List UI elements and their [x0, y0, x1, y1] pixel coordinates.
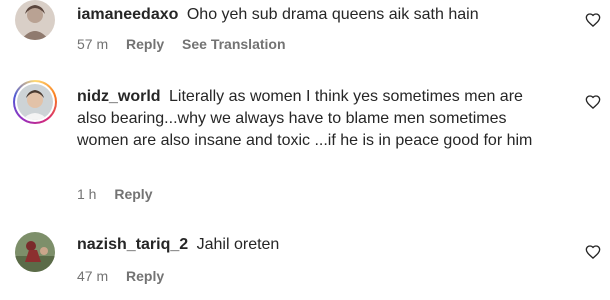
comment-username[interactable]: nazish_tariq_2	[77, 236, 188, 253]
avatar-image	[15, 232, 55, 272]
avatar-story-ring[interactable]	[13, 80, 57, 124]
avatar[interactable]	[15, 232, 55, 272]
comment-username[interactable]: nidz_world	[77, 88, 161, 105]
comment-text: nidz_world Literally as women I think ye…	[77, 86, 555, 152]
avatar-image	[17, 84, 53, 120]
heart-outline-icon[interactable]	[585, 12, 601, 28]
avatar-image	[15, 0, 55, 40]
comment-meta: 1 h Reply	[77, 185, 166, 203]
comment-username[interactable]: iamaneedaxo	[77, 6, 178, 23]
comment-time: 57 m	[77, 36, 109, 52]
reply-button[interactable]: Reply	[114, 186, 152, 202]
comment-body: Jahil oreten	[196, 236, 280, 253]
comment-time: 47 m	[77, 268, 109, 284]
heart-outline-icon[interactable]	[585, 244, 601, 260]
heart-outline-icon[interactable]	[585, 94, 601, 110]
comment-body: Oho yeh sub drama queens aik sath hain	[186, 6, 479, 23]
reply-button[interactable]: Reply	[126, 268, 164, 284]
comment-time: 1 h	[77, 186, 97, 202]
avatar[interactable]	[15, 0, 55, 40]
comment-text: iamaneedaxo Oho yeh sub drama queens aik…	[77, 4, 555, 26]
comment-meta: 47 m Reply	[77, 267, 178, 285]
see-translation-button[interactable]: See Translation	[182, 36, 285, 52]
reply-button[interactable]: Reply	[126, 36, 164, 52]
comment-meta: 57 m Reply See Translation	[77, 35, 300, 53]
comment-text: nazish_tariq_2 Jahil oreten	[77, 234, 555, 256]
avatar	[17, 84, 53, 120]
